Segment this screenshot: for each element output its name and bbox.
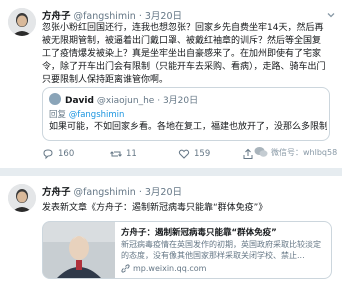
tweet-date[interactable]: 3月20日 xyxy=(145,11,182,22)
meta-separator: · xyxy=(138,11,142,22)
quoted-date: 3月20日 xyxy=(162,96,199,106)
quoted-author-handle: @xiaojun_he xyxy=(96,96,155,106)
share-icon xyxy=(243,148,253,159)
reply-mention[interactable]: @fangshimin xyxy=(69,110,125,120)
tweet-header: 方舟子 @fangshimin · 3月20日 xyxy=(42,8,182,22)
meta-separator: · xyxy=(138,187,142,198)
tweet-header: 方舟子 @fangshimin · 3月20日 xyxy=(42,184,182,198)
reply-icon xyxy=(43,149,53,160)
card-link-domain: mp.weixin.qq.com xyxy=(133,264,207,273)
author-avatar[interactable] xyxy=(8,8,36,36)
watermark-text: 微信号：whlbq58 xyxy=(271,147,338,157)
author-handle[interactable]: @fangshimin xyxy=(74,187,136,198)
like-count: 159 xyxy=(194,149,211,159)
author-name[interactable]: 方舟子 xyxy=(42,187,71,198)
card-thumbnail xyxy=(43,222,115,278)
link-icon xyxy=(121,264,130,273)
retweet-count: 11 xyxy=(126,149,137,159)
like-button[interactable]: 159 xyxy=(178,148,210,160)
wechat-icon xyxy=(254,147,268,157)
card-link[interactable]: mp.weixin.qq.com xyxy=(121,264,206,273)
author-name[interactable]: 方舟子 xyxy=(42,11,71,22)
heart-icon xyxy=(178,149,190,159)
quoted-author-avatar xyxy=(49,93,61,105)
quoted-reply-context: 回复 @fangshimin xyxy=(49,108,124,120)
tweet[interactable]: 方舟子 @fangshimin · 3月20日 忽张小粉红回国还行，连我也想忽张… xyxy=(0,0,342,168)
tweet[interactable]: 方舟子 @fangshimin · 3月20日 发表新文章《方舟子：遏制新冠病毒… xyxy=(0,176,342,283)
reply-count: 160 xyxy=(58,149,75,159)
card-description: 新冠病毒疫情在英国发作的初期，英国政府采取比较淡定的态度，没有像其他国家那样采取… xyxy=(121,240,321,260)
quoted-tweet[interactable]: David @xiaojun_he · 3月20日 回复 @fangshimin… xyxy=(42,87,330,141)
tweet-text: 忽张小粉红回国还行，连我也想忽张？回家乡先自费坐牢14天，然后再被无限期管制，被… xyxy=(42,23,326,85)
tweet-text: 发表新文章《方舟子：遏制新冠病毒只能靠“群体免疫”》 xyxy=(42,203,268,213)
quoted-author-name: David xyxy=(65,96,94,106)
author-handle[interactable]: @fangshimin xyxy=(74,11,136,22)
retweet-button[interactable]: 11 xyxy=(110,148,137,160)
tweet-divider xyxy=(0,168,342,176)
link-card[interactable]: 方舟子：遏制新冠病毒只能靠“群体免疫” 新冠病毒疫情在英国发作的初期，英国政府采… xyxy=(42,221,332,279)
quoted-header: David @xiaojun_he · 3月20日 xyxy=(65,93,198,106)
wechat-watermark: 微信号：whlbq58 xyxy=(254,144,337,160)
reply-button[interactable]: 160 xyxy=(42,148,74,160)
reply-prefix: 回复 xyxy=(49,110,67,120)
author-avatar[interactable] xyxy=(8,184,36,212)
card-title: 方舟子：遏制新冠病毒只能靠“群体免疫” xyxy=(121,228,277,238)
quoted-separator: · xyxy=(157,96,161,106)
retweet-icon xyxy=(110,151,122,157)
quoted-text: 如果可能，不如回家乡看。各地在复工，福建也放开了，没那么多限制 xyxy=(49,122,327,132)
chevron-down-icon[interactable] xyxy=(326,10,336,20)
tweet-date[interactable]: 3月20日 xyxy=(145,187,182,198)
